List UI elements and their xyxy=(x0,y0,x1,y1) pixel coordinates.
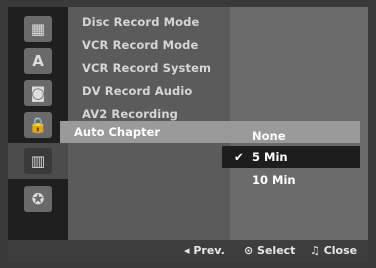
check-icon: ✔ xyxy=(234,150,244,164)
category-disc[interactable]: ▦ xyxy=(8,13,68,45)
menu-item-vcr-record-mode[interactable]: VCR Record Mode xyxy=(82,38,198,52)
menu-item-auto-chapter[interactable]: Auto Chapter xyxy=(74,125,160,139)
lock-icon: 🔒 xyxy=(24,112,52,138)
category-icon-column: ▦ A ◙ 🔒 ▥ ✪ xyxy=(8,7,68,240)
frame: ▦ A ◙ 🔒 ▥ ✪ Disc Record Mode VCR Record … xyxy=(0,0,376,268)
submenu-option-5min[interactable]: 5 Min xyxy=(252,150,288,164)
category-record[interactable]: ▥ xyxy=(8,143,68,179)
prev-button[interactable]: ◂ Prev. xyxy=(184,244,225,257)
disc-icon: ▦ xyxy=(24,16,52,42)
category-language[interactable]: A xyxy=(8,45,68,77)
settings-disc-icon: ✪ xyxy=(24,186,52,212)
select-button[interactable]: ⊙ Select xyxy=(244,244,295,257)
menu-item-dv-record-audio[interactable]: DV Record Audio xyxy=(82,84,192,98)
film-icon: ▥ xyxy=(24,148,52,174)
menu-item-vcr-record-system[interactable]: VCR Record System xyxy=(82,61,211,75)
menu-item-disc-record-mode[interactable]: Disc Record Mode xyxy=(82,15,199,29)
audio-icon: ◙ xyxy=(24,80,52,106)
submenu-option-none[interactable]: None xyxy=(252,129,286,143)
category-audio[interactable]: ◙ xyxy=(8,77,68,109)
close-button[interactable]: ♫ Close xyxy=(310,244,357,257)
submenu-option-10min[interactable]: 10 Min xyxy=(252,173,296,187)
category-lock[interactable]: 🔒 xyxy=(8,109,68,141)
menu-item-av2-recording[interactable]: AV2 Recording xyxy=(82,107,178,121)
category-others[interactable]: ✪ xyxy=(8,183,68,215)
footer-bar: ◂ Prev. ⊙ Select ♫ Close xyxy=(8,240,368,262)
language-icon: A xyxy=(24,48,52,74)
